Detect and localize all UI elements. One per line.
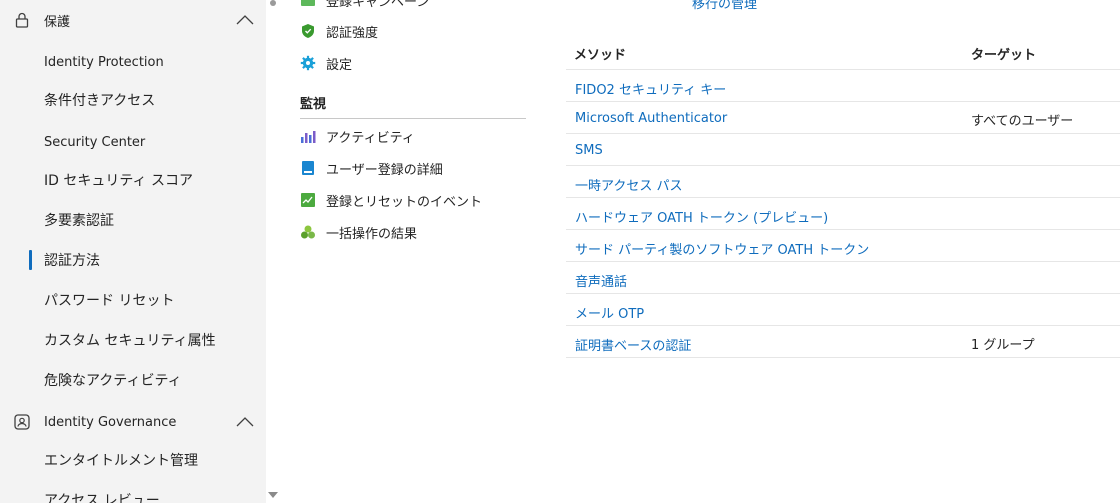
- menu-item-authentication-strengths[interactable]: 認証強度: [300, 17, 530, 45]
- column-header-target[interactable]: ターゲット: [971, 44, 1036, 63]
- method-link[interactable]: 音声通話: [575, 271, 627, 290]
- nav-item-label: 多要素認証: [44, 213, 114, 229]
- table-row[interactable]: サード パーティ製のソフトウェア OATH トークン: [566, 230, 1120, 262]
- activity-chart-icon: [301, 131, 316, 143]
- nav-section-protection[interactable]: 保護: [0, 0, 266, 40]
- menu-item-bulk-operation-results[interactable]: 一括操作の結果: [300, 218, 530, 246]
- nav-section-identity-governance[interactable]: Identity Governance: [0, 402, 266, 442]
- table-row[interactable]: ハードウェア OATH トークン (プレビュー): [566, 198, 1120, 230]
- menu-item-registration-reset-events[interactable]: 登録とリセットのイベント: [300, 186, 530, 214]
- menu-item-activity[interactable]: アクティビティ: [300, 122, 530, 150]
- events-icon: [301, 193, 315, 207]
- menu-item-label: 一括操作の結果: [326, 226, 418, 242]
- column-header-method[interactable]: メソッド: [574, 44, 626, 63]
- nav-item-label: エンタイトルメント管理: [44, 453, 198, 469]
- nav-item-id-secure-score[interactable]: ID セキュリティ スコア: [0, 160, 266, 200]
- menu-item-user-registration-details[interactable]: ユーザー登録の詳細: [300, 154, 530, 182]
- nav-item-authentication-methods[interactable]: 認証方法: [0, 240, 266, 280]
- nav-item-entitlement-management[interactable]: エンタイトルメント管理: [0, 440, 266, 480]
- method-link[interactable]: サード パーティ製のソフトウェア OATH トークン: [575, 239, 869, 258]
- table-row[interactable]: FIDO2 セキュリティ キー: [566, 70, 1120, 102]
- nav-item-label: 認証方法: [44, 253, 100, 269]
- nav-item-mfa[interactable]: 多要素認証: [0, 200, 266, 240]
- menu-divider: [300, 118, 526, 119]
- target-cell: すべてのユーザー: [971, 114, 1074, 129]
- table-row[interactable]: Microsoft Authenticator すべてのユーザー: [566, 102, 1120, 134]
- method-link[interactable]: 証明書ベースの認証: [575, 335, 691, 354]
- nav-item-label: Identity Protection: [44, 54, 164, 70]
- method-link[interactable]: FIDO2 セキュリティ キー: [575, 79, 726, 98]
- nav-section-label: 保護: [44, 14, 71, 30]
- nav-item-label: 条件付きアクセス: [44, 93, 156, 109]
- nav-item-custom-security-attributes[interactable]: カスタム セキュリティ属性: [0, 320, 266, 360]
- method-link[interactable]: ハードウェア OATH トークン (プレビュー): [575, 207, 828, 226]
- table-row[interactable]: 一時アクセス パス: [566, 166, 1120, 198]
- identity-governance-icon: [14, 414, 30, 430]
- method-link[interactable]: メール OTP: [575, 303, 644, 322]
- main-content: 移行の管理 メソッド ターゲット FIDO2 セキュリティ キー Microso…: [560, 0, 1120, 503]
- menu-section-heading-monitoring: 監視: [300, 97, 327, 112]
- registration-details-icon: [302, 161, 314, 175]
- table-header: メソッド ターゲット: [566, 36, 1120, 70]
- nav-item-access-reviews[interactable]: アクセス レビュー: [0, 480, 266, 503]
- menu-item-label: アクティビティ: [326, 130, 415, 146]
- campaign-icon: [301, 0, 315, 6]
- selection-indicator: [29, 250, 32, 270]
- nav-scrollbar[interactable]: [266, 0, 280, 503]
- left-navigation: 保護 Identity Protection 条件付きアクセス Security…: [0, 0, 266, 503]
- menu-item-label: 認証強度: [326, 25, 379, 41]
- menu-item-label: 登録キャンペーン: [326, 0, 430, 10]
- nav-item-label: 危険なアクティビティ: [44, 373, 182, 389]
- nav-item-label: アクセス レビュー: [44, 493, 160, 503]
- target-cell: 1 グループ: [971, 338, 1035, 353]
- resource-menu: 登録キャンペーン 認証強度 設定 監視 アクティビティ ユーザー登録の詳細 登録…: [290, 0, 540, 503]
- chevron-up-icon[interactable]: [234, 12, 256, 28]
- method-link[interactable]: Microsoft Authenticator: [575, 111, 727, 126]
- table-row[interactable]: 音声通話: [566, 262, 1120, 294]
- menu-item-label: 登録とリセットのイベント: [326, 194, 483, 210]
- nav-section-label: Identity Governance: [44, 414, 177, 430]
- nav-item-identity-protection[interactable]: Identity Protection: [0, 42, 266, 82]
- nav-item-label: Security Center: [44, 134, 146, 150]
- shield-icon: [302, 24, 314, 38]
- menu-item-label: ユーザー登録の詳細: [326, 162, 443, 178]
- manage-migration-link[interactable]: 移行の管理: [692, 0, 757, 12]
- chevron-up-icon[interactable]: [234, 414, 256, 430]
- scroll-down-arrow-icon[interactable]: [268, 492, 278, 498]
- table-row[interactable]: SMS: [566, 134, 1120, 166]
- table-row[interactable]: メール OTP: [566, 294, 1120, 326]
- nav-item-label: カスタム セキュリティ属性: [44, 333, 216, 349]
- menu-item-label: 設定: [326, 57, 353, 73]
- nav-item-label: パスワード リセット: [44, 293, 175, 309]
- scrollbar-thumb[interactable]: [270, 0, 276, 6]
- method-link[interactable]: SMS: [575, 143, 603, 158]
- nav-item-security-center[interactable]: Security Center: [0, 122, 266, 162]
- nav-item-risky-activities[interactable]: 危険なアクティビティ: [0, 360, 266, 400]
- gear-icon: [300, 55, 316, 71]
- nav-item-conditional-access[interactable]: 条件付きアクセス: [0, 80, 266, 120]
- nav-item-password-reset[interactable]: パスワード リセット: [0, 280, 266, 320]
- lock-icon: [15, 12, 29, 28]
- table-row[interactable]: 証明書ベースの認証 1 グループ: [566, 326, 1120, 358]
- bulk-results-icon: [301, 225, 315, 239]
- method-link[interactable]: 一時アクセス パス: [575, 175, 682, 194]
- menu-item-settings[interactable]: 設定: [300, 49, 530, 77]
- menu-item-registration-campaign[interactable]: 登録キャンペーン: [300, 0, 530, 14]
- nav-item-label: ID セキュリティ スコア: [44, 173, 193, 189]
